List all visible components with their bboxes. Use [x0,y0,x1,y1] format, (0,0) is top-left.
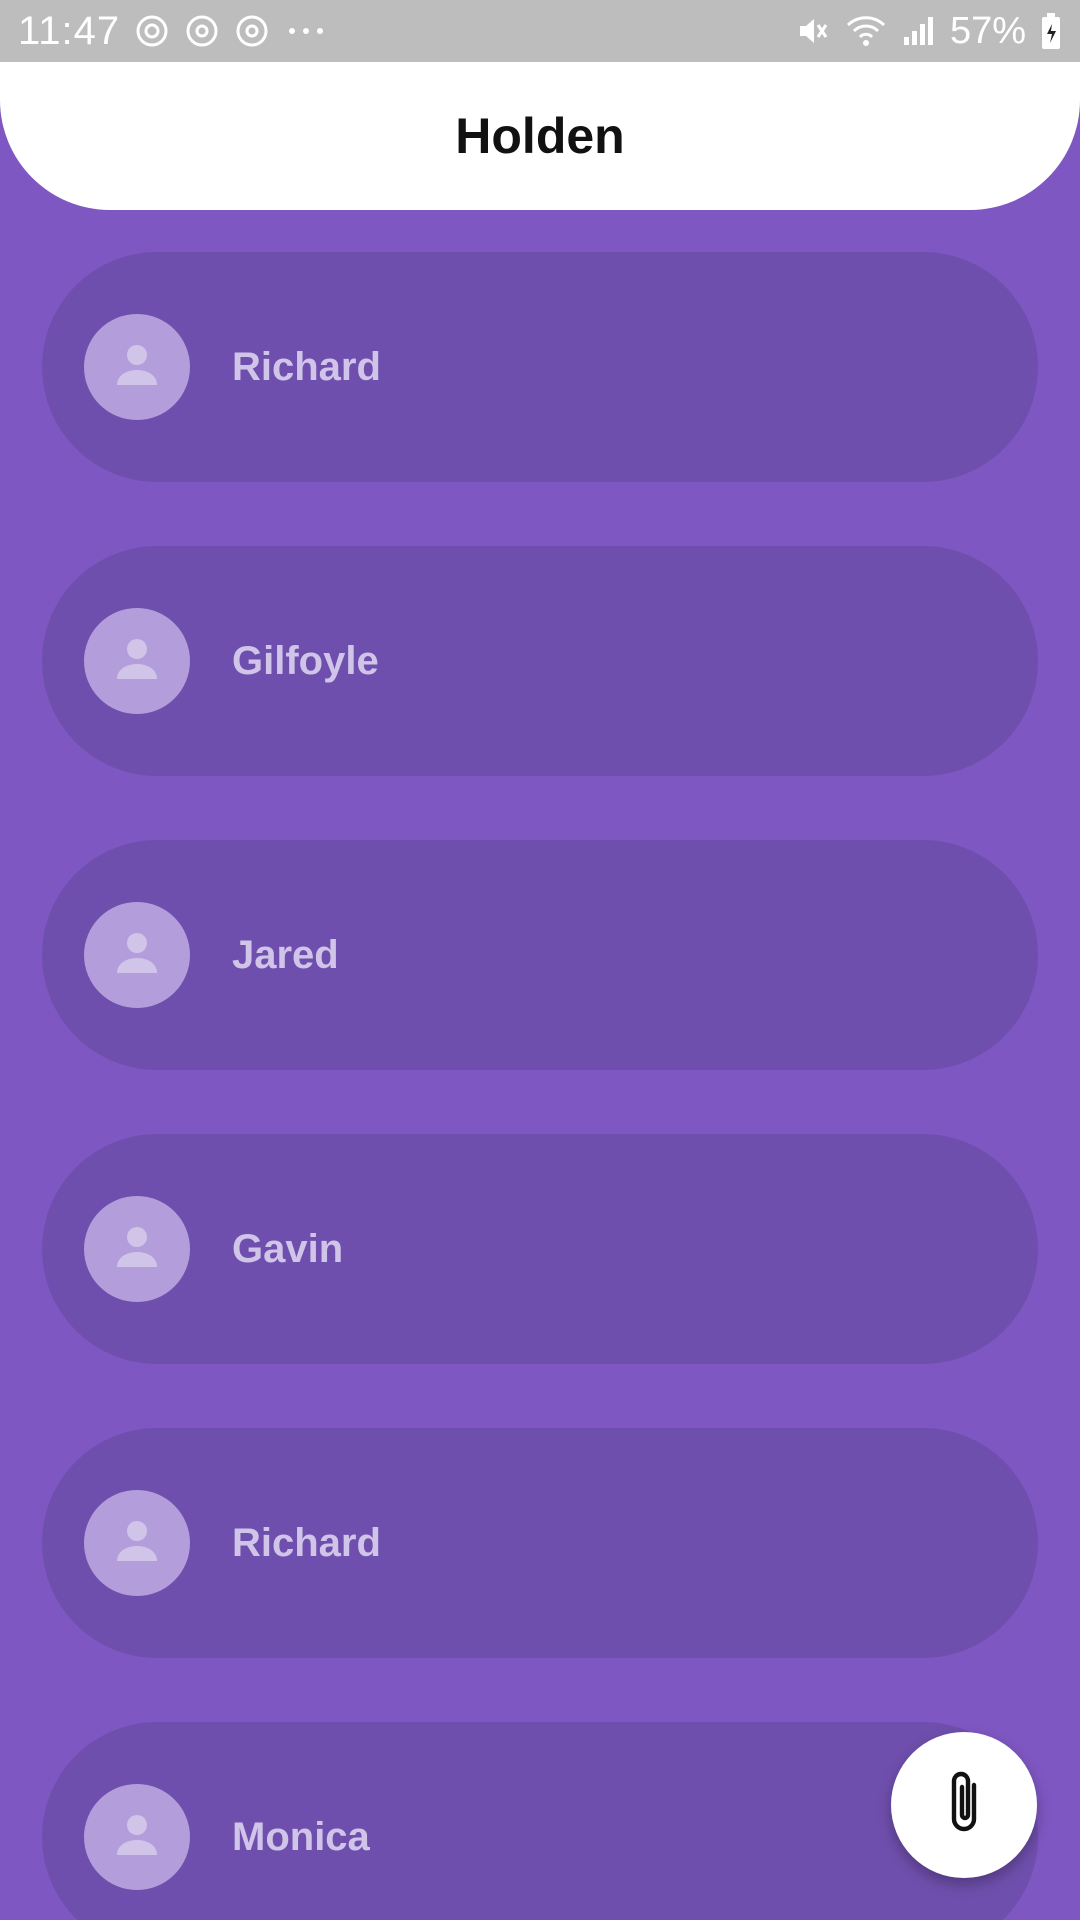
avatar [84,314,190,420]
status-time: 11:47 [18,8,121,53]
paperclip-icon [938,1767,990,1844]
contact-item[interactable]: Richard [42,252,1038,482]
battery-charging-icon [1040,12,1062,50]
contact-item[interactable]: Richard [42,1428,1038,1658]
person-icon [107,1511,167,1576]
avatar [84,902,190,1008]
screen: 11:47 57% Holden Richard Gilfoyle Jared … [0,0,1080,1920]
status-bar-right: 57% [794,10,1062,53]
contact-name: Gilfoyle [232,638,379,683]
contact-name: Monica [232,1814,370,1859]
page-title: Holden [455,108,625,164]
person-icon [107,923,167,988]
status-bar: 11:47 57% [0,0,1080,62]
avatar [84,608,190,714]
person-icon [107,629,167,694]
avatar [84,1196,190,1302]
wifi-icon [844,13,888,49]
mute-icon [794,13,830,49]
attach-button[interactable] [891,1732,1037,1878]
battery-percent: 57% [949,9,1026,52]
chrome-icon [184,13,220,49]
more-notifications-icon [284,13,328,49]
person-icon [107,335,167,400]
contact-name: Richard [232,1520,381,1565]
avatar [84,1490,190,1596]
contact-item[interactable]: Gavin [42,1134,1038,1364]
signal-icon [902,13,936,49]
person-icon [107,1217,167,1282]
chat-header: Holden [0,62,1080,210]
avatar [84,1784,190,1890]
contact-name: Gavin [232,1226,344,1271]
contact-name: Jared [232,932,339,977]
sync-icon [134,13,170,49]
person-icon [107,1805,167,1870]
status-bar-left: 11:47 [18,9,328,54]
contact-item[interactable]: Monica [42,1722,1038,1920]
contact-item[interactable]: Gilfoyle [42,546,1038,776]
contact-name: Richard [232,344,381,389]
contact-item[interactable]: Jared [42,840,1038,1070]
chrome-icon [234,13,270,49]
contact-list: Richard Gilfoyle Jared Gavin Richard Mon… [42,252,1038,1920]
